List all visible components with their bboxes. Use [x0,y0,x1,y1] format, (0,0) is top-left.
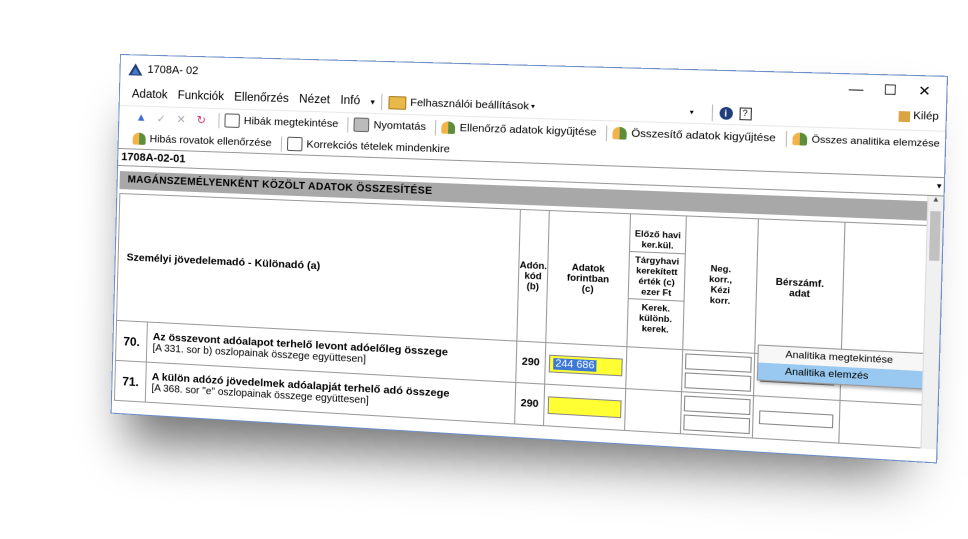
refresh-icon[interactable]: ↻ [193,113,209,127]
empty-cell [838,400,924,449]
prev-cell [625,346,683,392]
value-cell[interactable] [543,384,626,431]
row-code: 290 [514,382,545,426]
value-input[interactable] [547,396,622,419]
form-id: 1708A-02-01 [121,151,186,166]
toolbar-divider [280,135,282,152]
printer-icon [353,117,370,133]
header-prev: Előző havi ker.kül. Tárgyhavi kerekített… [626,213,687,350]
data-table: Személyi jövedelemadó - Különadó (a) Adó… [114,193,929,449]
value-text: 244 686 [553,358,597,372]
menu-divider [711,104,713,122]
header-prev-line: Tárgyhavi kerekített érték (c) ezer Ft [628,251,685,302]
menu-ellenorzes[interactable]: Ellenőrzés [234,91,289,105]
header-data: Adatok forintban (c) [545,210,631,347]
minimize-button[interactable]: — [839,78,874,100]
dropdown-icon[interactable]: ▾ [690,108,694,116]
manual-corr-input[interactable] [684,372,752,392]
header-code-line: Adón. [519,259,548,272]
form-content: MAGÁNSZEMÉLYENKÉNT KÖZÖLT ADATOK ÖSSZESÍ… [112,166,944,450]
header-neg-line: korr. [709,294,731,307]
all-analytics-label: Összes analitika elemzése [811,133,940,150]
exit-label: Kilép [913,110,939,124]
header-main: Személyi jövedelemadó - Különadó (a) [116,193,521,342]
menu-info[interactable]: Infó [340,95,360,108]
print-label: Nyomtatás [373,119,427,134]
neg-corr-input[interactable] [683,395,751,416]
settings-label: Felhasználói beállítások [410,96,530,113]
header-ber: Bérszámf. adat [754,218,845,358]
people-icon [132,132,146,145]
app-window: 1708A- 02 — ☐ ✕ Adatok Funkciók Ellenőrz… [110,54,949,464]
neg-cell [681,349,755,396]
check-icon[interactable]: ✓ [153,112,169,126]
row-number: 70. [115,320,148,363]
scroll-up-icon[interactable]: ▲ [928,196,943,204]
close-button[interactable]: ✕ [907,80,942,102]
menu-adatok[interactable]: Adatok [132,88,168,101]
ber-value [758,410,834,429]
toolbar-divider [347,116,349,133]
collect-check-label: Ellenőrző adatok kigyűjtése [459,121,597,139]
arrow-up-icon[interactable]: ▲ [133,111,149,124]
scroll-thumb[interactable] [929,211,941,261]
exit-button[interactable]: Kilép [898,110,939,123]
check-errors-button[interactable]: Hibás rovatok ellenőrzése [132,132,272,150]
ber-cell [752,395,841,444]
manual-corr-input[interactable] [683,414,751,435]
header-prev-line: Kerek. különb. kerek. [638,301,673,335]
cancel-icon[interactable]: ✕ [173,112,189,126]
row-code: 290 [515,341,546,385]
collect-check-button[interactable]: Ellenőrző adatok kigyűjtése [441,121,597,139]
document-icon [286,136,303,152]
help-icon[interactable]: ? [738,107,752,121]
maximize-button[interactable]: ☐ [873,79,908,101]
chevron-down-icon: ▾ [936,181,942,192]
view-errors-label: Hibák megtekintése [243,114,339,131]
window-title: 1708A- 02 [147,63,199,78]
settings-menu[interactable]: Felhasználói beállítások ▾ [388,95,535,113]
header-empty [841,222,929,363]
corrections-button[interactable]: Korrekciós tételek mindenkire [286,136,450,157]
menu-funkciok[interactable]: Funkciók [177,90,224,103]
chevron-down-icon: ▾ [530,103,535,111]
corrections-label: Korrekciós tételek mindenkire [306,138,450,156]
people-icon [441,121,456,135]
menu-divider [380,93,383,111]
collect-summary-button[interactable]: Összesítő adatok kigyűjtése [612,126,776,145]
info-icon[interactable]: i [718,106,733,120]
row-number: 71. [114,360,147,403]
header-code-line: (b) [526,280,540,292]
toolbar-divider [606,124,608,141]
print-button[interactable]: Nyomtatás [353,117,427,134]
folder-icon [388,95,407,110]
toolbar-divider [785,130,788,147]
exit-icon [898,110,910,122]
view-errors-button[interactable]: Hibák megtekintése [224,113,338,131]
toolbar-divider [435,119,437,135]
window-controls: — ☐ ✕ [839,78,942,102]
menu-nezet[interactable]: Nézet [299,93,330,106]
toolbar-divider [218,112,220,128]
check-errors-label: Hibás rovatok ellenőrzése [149,133,272,150]
menu-overflow-icon[interactable]: ▾ [370,97,374,106]
value-input[interactable]: 244 686 [548,354,623,377]
app-logo-icon [128,63,143,76]
header-neg: Neg. korr., Kézi korr. [682,215,759,354]
people-icon [612,126,628,140]
value-cell[interactable]: 244 686 [544,342,627,389]
collect-summary-label: Összesítő adatok kigyűjtése [631,127,776,145]
prev-cell [624,388,682,434]
help-area: ▾ i ? [690,104,752,123]
neg-cell [680,391,754,439]
all-analytics-button[interactable]: Összes analitika elemzése [792,132,940,150]
header-code: Adón. kód (b) [516,209,550,343]
people-icon [792,132,808,146]
header-prev-line: Előző havi ker.kül. [630,225,686,255]
document-icon [224,113,240,128]
neg-corr-input[interactable] [684,353,752,373]
